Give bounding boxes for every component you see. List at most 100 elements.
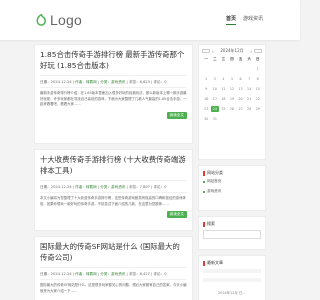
category-item[interactable]: 游戏资讯 [203, 189, 261, 194]
post-excerpt: 最新手游传奇排行榜介绍，在1.85版本里面加入很多好玩的经典玩法，那么新版本上哪… [40, 91, 187, 107]
post-author[interactable]: 作者：转载网 [75, 185, 97, 189]
category-list: 网站首页 游戏资讯 [203, 179, 261, 194]
nav-item-home[interactable]: 首页 [226, 15, 237, 25]
calendar-day[interactable]: 26 [228, 106, 237, 112]
latest-post-placeholder[interactable] [203, 269, 261, 273]
post-meta: 日期：2024-12-24 | 作者：转载网 | 分类：游戏资讯 | 浏览：7,… [40, 184, 187, 193]
post-title[interactable]: 国际最大的传奇SF网站是什么 (国际最大的传奇公司) [40, 242, 187, 268]
calendar-day[interactable]: 25 [219, 106, 228, 112]
calendar-weekday: 五 [238, 57, 243, 61]
calendar-day[interactable]: 11 [219, 86, 228, 92]
calendar-weekday: 二 [213, 57, 217, 61]
calendar-day[interactable]: 24 [210, 106, 220, 112]
post-comments: 评论：0 [153, 80, 167, 84]
bullet-icon [203, 190, 205, 193]
calendar-empty-cell [236, 66, 245, 72]
widget-title-bar [203, 221, 205, 227]
calendar-month: 2024年12月 [220, 48, 244, 53]
widget-title-text: 搜索 [207, 221, 215, 226]
category-item-label: 游戏资讯 [207, 189, 222, 193]
calendar-prev-button[interactable]: ‹ [212, 49, 214, 54]
calendar-empty-cell [228, 66, 237, 72]
post-comments: 评论：0 [153, 185, 167, 189]
calendar-weekday: 六 [247, 57, 251, 61]
calendar-day[interactable]: 1 [253, 66, 262, 72]
calendar-day[interactable]: 23 [202, 106, 211, 112]
post-views: 浏览：7,897 [128, 185, 150, 189]
bullet-icon [203, 180, 205, 183]
calendar-day[interactable]: 8 [253, 76, 262, 82]
calendar-day[interactable]: 5 [228, 76, 237, 82]
post-card: 国际最大的传奇SF网站是什么 (国际最大的传奇公司) 日期：2024-12-24… [34, 236, 193, 300]
post-list: 1.85合击传奇手游排行榜 最新手游传奇那个好玩 (1.85合击版本) 日期：2… [34, 44, 193, 300]
search-widget: 搜索 [198, 216, 266, 250]
post-meta: 日期：2024-12-24 | 作者：转载网 | 分类：游戏资讯 | 浏览：8,… [40, 271, 187, 280]
calendar-day[interactable]: 6 [236, 76, 245, 82]
calendar-year-select[interactable] [202, 49, 210, 53]
post-title[interactable]: 1.85合击传奇手游排行榜 最新手游传奇那个好玩 (1.85合击版本) [40, 50, 187, 76]
category-widget: 网站分类 网站首页 游戏资讯 [198, 165, 266, 211]
read-more-button[interactable]: 阅读全文 [166, 211, 187, 219]
post-category[interactable]: 分类：游戏资讯 [100, 80, 125, 84]
site-header: Logo 首页 游戏资讯 [0, 0, 300, 40]
post-meta: 日期：2024-12-24 | 作者：转载网 | 分类：游戏资讯 | 浏览：6,… [40, 79, 187, 88]
latest-post-placeholder[interactable] [203, 278, 261, 282]
calendar-day[interactable]: 21 [245, 96, 254, 102]
calendar-day[interactable]: 28 [245, 106, 254, 112]
calendar-empty-cell [245, 66, 254, 72]
sidebar: ‹ 2024年12月 › 一二三四五六日 1 2 3 4 5 6 7 8 9 10 11 12 13 14 1… [198, 44, 266, 300]
calendar-day[interactable]: 15 [253, 86, 262, 92]
calendar-grid: 一二三四五六日 1 2 3 4 5 6 7 8 9 10 11 12 13 14 15 16 17 18 19 20 21… [202, 56, 262, 122]
calendar-day[interactable]: 4 [219, 76, 228, 82]
logo-text: Logo [50, 12, 82, 28]
calendar-footer-note: 2024年12月 日... [218, 291, 246, 295]
calendar-day[interactable]: 18 [219, 96, 228, 102]
category-item-label: 网站首页 [207, 179, 222, 183]
leaf-logo-icon [36, 14, 46, 26]
calendar-day[interactable]: 7 [245, 76, 254, 82]
post-author[interactable]: 作者：转载网 [75, 272, 97, 276]
widget-title: 最新文章 [203, 260, 261, 266]
widget-title: 网站分类 [203, 170, 261, 176]
calendar-day[interactable]: 16 [202, 96, 211, 102]
calendar-day[interactable]: 27 [236, 106, 245, 112]
calendar-day[interactable]: 10 [211, 86, 220, 92]
nav-item-news[interactable]: 游戏资讯 [243, 15, 263, 25]
calendar-month-select[interactable] [254, 49, 262, 53]
calendar-weekday: 一 [204, 57, 208, 61]
search-input[interactable] [203, 230, 261, 239]
calendar-day[interactable]: 17 [211, 96, 220, 102]
post-views: 浏览：6,823 [128, 80, 150, 84]
post-category[interactable]: 分类：游戏资讯 [100, 185, 125, 189]
calendar-empty-cell [211, 66, 220, 72]
main-nav: 首页 游戏资讯 [226, 15, 263, 25]
calendar-day[interactable]: 20 [236, 96, 245, 102]
calendar-day[interactable]: 9 [202, 86, 211, 92]
calendar-day[interactable]: 12 [228, 86, 237, 92]
read-more-button[interactable]: 阅读全文 [166, 111, 187, 119]
post-author[interactable]: 作者：转载网 [75, 80, 97, 84]
category-item[interactable]: 网站首页 [203, 179, 261, 184]
calendar-day[interactable]: 30 [202, 116, 211, 122]
post-date: 日期：2024-12-24 [40, 80, 72, 84]
calendar-day[interactable]: 14 [245, 86, 254, 92]
post-card: 十大收费传奇手游排行榜 (十大收费传奇端游排本工具) 日期：2024-12-24… [34, 149, 193, 231]
widget-title-text: 最新文章 [207, 260, 223, 265]
calendar-next-button[interactable]: › [250, 49, 252, 54]
widget-title-bar [203, 260, 205, 266]
widget-title: 搜索 [203, 221, 261, 227]
site-logo[interactable]: Logo [36, 12, 82, 28]
calendar-day[interactable]: 19 [228, 96, 237, 102]
post-excerpt: 国际最大的传奇SF网站是什么，这是很多玩家都关心的问题，想必大家都有自己的答案，… [40, 283, 187, 293]
calendar-day[interactable]: 13 [236, 86, 245, 92]
calendar-day[interactable]: 22 [253, 96, 262, 102]
calendar-day[interactable]: 2 [202, 76, 211, 82]
calendar-weekday: 日 [256, 57, 260, 61]
calendar-day[interactable]: 3 [211, 76, 220, 82]
calendar-day[interactable]: 29 [253, 106, 262, 112]
calendar-day[interactable]: 31 [211, 116, 220, 122]
post-comments: 评论：0 [153, 272, 167, 276]
calendar-header: ‹ 2024年12月 › [202, 48, 262, 54]
post-title[interactable]: 十大收费传奇手游排行榜 (十大收费传奇端游排本工具) [40, 155, 187, 181]
post-category[interactable]: 分类：游戏资讯 [100, 272, 125, 276]
